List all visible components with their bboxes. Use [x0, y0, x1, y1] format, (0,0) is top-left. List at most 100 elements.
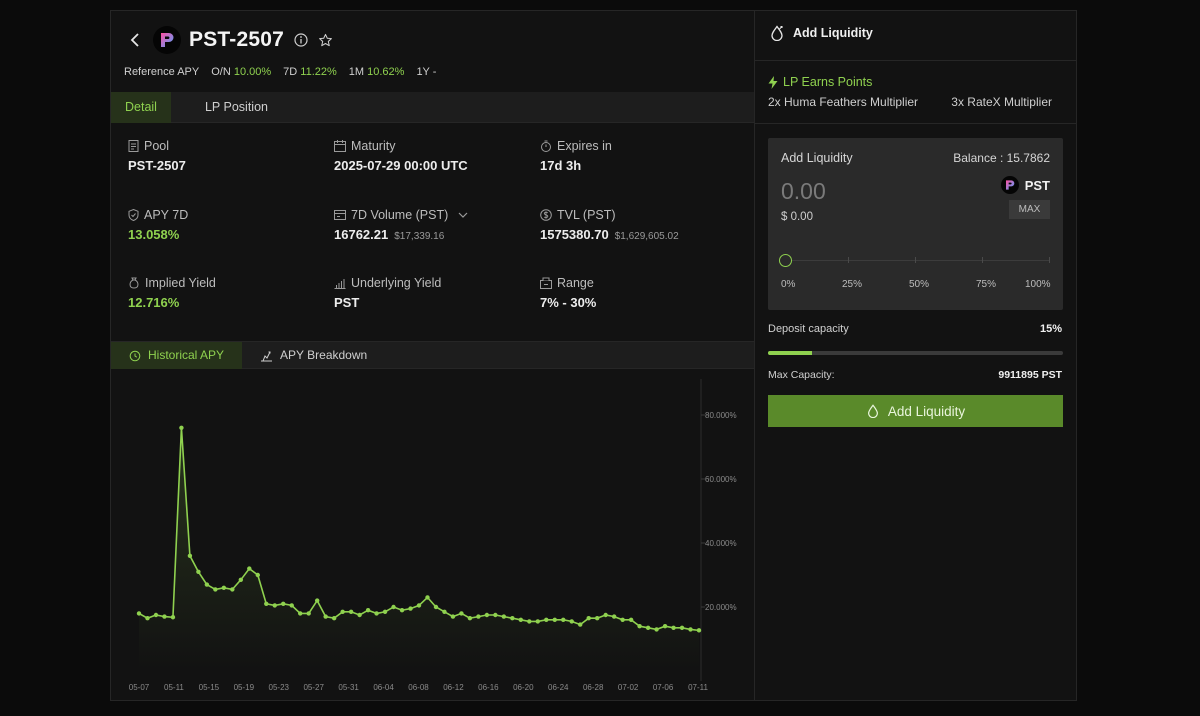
apy-point [187, 553, 193, 558]
apy-point [679, 625, 685, 630]
apy-point [416, 603, 422, 608]
add-liquidity-button[interactable]: Add Liquidity [768, 395, 1063, 427]
max-button[interactable]: MAX [1009, 200, 1050, 219]
tab-historical-apy[interactable]: Historical APY [111, 342, 243, 369]
stat-label: Underlying Yield [351, 276, 442, 290]
droplet-icon [771, 25, 783, 41]
apy-point [331, 616, 337, 621]
apy-point [459, 611, 464, 616]
amount-slider[interactable] [779, 254, 1050, 267]
slider-tick [1049, 257, 1050, 263]
apy-point [230, 587, 235, 592]
stat-label: TVL (PST) [557, 208, 616, 222]
x-tick-label: 05-31 [338, 683, 359, 692]
x-tick-label: 05-15 [199, 683, 220, 692]
apy-7d-value: 11.22% [300, 66, 337, 78]
ratex-multiplier: 3x RateX Multiplier [951, 95, 1052, 109]
apy-point [662, 624, 668, 629]
apy-point [696, 628, 702, 633]
deposit-capacity-bar [768, 351, 1063, 355]
stat-range: Range 7% - 30% [540, 276, 596, 310]
apy-point [323, 614, 328, 619]
reference-apy-label: Reference APY [124, 66, 200, 78]
apy-point [162, 614, 167, 619]
slider-tick [982, 257, 983, 263]
stat-label: Range [557, 276, 594, 290]
x-tick-label: 07-11 [688, 683, 708, 692]
x-tick-label: 06-08 [408, 683, 429, 692]
back-icon[interactable] [125, 30, 145, 50]
header: PST-2507 [125, 25, 333, 55]
pct-0[interactable]: 0% [781, 279, 795, 290]
coin-icon [540, 209, 552, 221]
apy-point [467, 616, 473, 621]
add-liquidity-panel: Add Liquidity LP Earns Points 2x Huma Fe… [754, 11, 1076, 700]
apy-point [561, 617, 566, 622]
apy-point [518, 617, 524, 622]
stat-value: 2025-07-29 00:00 UTC [334, 158, 468, 173]
y-tick-label: 40.000% [705, 539, 737, 548]
apy-point [501, 614, 507, 619]
apy-point [510, 616, 515, 621]
deposit-capacity-value: 15% [1039, 323, 1062, 335]
slider-tick [848, 257, 849, 263]
apy-point [272, 603, 277, 608]
deposit-capacity-fill [768, 351, 813, 355]
apy-point [247, 566, 252, 571]
apy-point [620, 617, 625, 622]
apy-point [476, 614, 481, 619]
apy-1y-label: 1Y [416, 66, 430, 78]
pct-75[interactable]: 75% [976, 279, 996, 290]
amount-input[interactable]: 0.00 [781, 178, 826, 205]
stat-expires: Expires in 17d 3h [540, 139, 612, 173]
chart-tabs: Historical APY APY Breakdown [111, 341, 754, 369]
money-bag-icon [129, 277, 139, 289]
slider-percent-labels: 0% 25% 50% 75% 100% [781, 279, 1051, 293]
chevron-down-icon[interactable] [457, 211, 469, 219]
star-icon[interactable] [318, 33, 333, 48]
apy-point [586, 616, 591, 621]
token-symbol: PST [1024, 177, 1050, 193]
token-logo-icon [153, 26, 181, 54]
x-tick-label: 06-28 [583, 683, 604, 692]
apy-point [611, 614, 617, 619]
y-tick-label: 80.000% [705, 411, 737, 420]
x-tick-label: 05-11 [164, 683, 184, 692]
apy-point [484, 612, 490, 618]
app-frame: PST-2507 Reference APY O/N 10.00% 7D 11.… [110, 10, 1077, 701]
detail-tabs: Detail LP Position [111, 92, 754, 123]
apy-point [688, 627, 693, 632]
x-tick-label: 06-16 [478, 683, 499, 692]
pct-25[interactable]: 25% [842, 279, 862, 290]
stat-implied-yield: Implied Yield 12.716% [128, 276, 216, 310]
apy-point [637, 624, 642, 629]
tab-detail[interactable]: Detail [111, 92, 171, 123]
apy-1m-label: 1M [348, 66, 365, 78]
usd-value: $ 0.00 [781, 211, 813, 223]
slider-handle[interactable] [779, 254, 792, 267]
stat-label: Maturity [351, 139, 396, 153]
apy-7d: 7D 11.22% [283, 66, 337, 78]
apy-point [544, 617, 549, 622]
stat-value: 7% - 30% [540, 295, 597, 310]
stat-label: Expires in [557, 139, 612, 153]
apy-point [527, 619, 532, 624]
page-title: PST-2507 [189, 28, 284, 51]
tab-apy-breakdown[interactable]: APY Breakdown [242, 342, 385, 369]
input-label: Add Liquidity [781, 151, 853, 165]
divider [755, 60, 1076, 61]
stat-value: 1575380.70 [540, 227, 609, 242]
pct-50[interactable]: 50% [909, 279, 929, 290]
document-icon [128, 140, 139, 152]
apy-point [578, 622, 583, 627]
divider [755, 123, 1076, 124]
apy-point [196, 569, 201, 574]
x-tick-label: 07-06 [653, 683, 674, 692]
stat-underlying-yield: Underlying Yield PST [334, 276, 441, 310]
pct-100[interactable]: 100% [1025, 279, 1051, 290]
apy-point [391, 604, 396, 610]
stat-usd-value: $17,339.16 [394, 231, 445, 242]
x-tick-label: 07-02 [618, 683, 639, 692]
info-icon[interactable] [294, 33, 308, 47]
tab-lp-position[interactable]: LP Position [191, 92, 282, 123]
